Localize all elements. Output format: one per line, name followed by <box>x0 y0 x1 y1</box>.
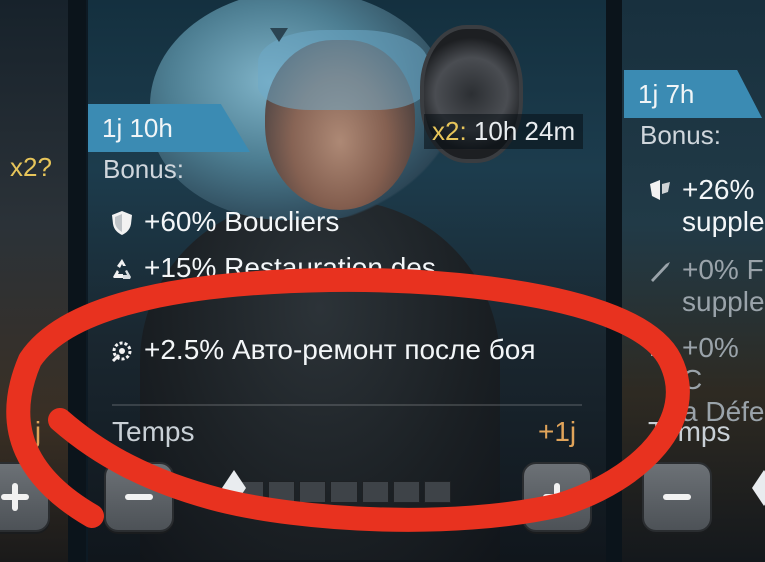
repair-gear-icon <box>111 341 132 363</box>
rocket-icon <box>651 262 670 282</box>
temps-label: Temps <box>648 416 731 447</box>
bonus-text: +0% C <box>682 332 739 395</box>
decrease-time-button[interactable] <box>104 462 174 532</box>
pilot-visor <box>258 30 428 110</box>
left-card-plus-button[interactable] <box>0 462 50 532</box>
bonus-row: +15% Restauration des <box>110 252 436 284</box>
multiplier-prefix: x2: <box>432 116 467 146</box>
card-divider <box>68 0 86 562</box>
bonus-text: supple <box>682 286 765 317</box>
time-slider[interactable] <box>237 481 451 503</box>
right-decrease-time-button[interactable] <box>642 462 712 532</box>
bonus-text: +60% Boucliers <box>144 206 340 237</box>
duration-label: 1j 10h <box>102 113 173 143</box>
bonus-text: supple <box>682 206 765 237</box>
left-card-minus-label: -1j <box>10 416 42 447</box>
bonus-text: +15% Restauration des <box>144 252 436 283</box>
shield-icon <box>112 211 132 235</box>
increase-time-button[interactable] <box>522 462 592 532</box>
bonus-row: +2.5% Авто-ремонт после боя <box>110 334 550 366</box>
bonus-row: +0% F supple <box>648 254 765 318</box>
multiplier-time: 10h 24m <box>473 116 576 146</box>
section-divider <box>112 404 582 406</box>
bonus-text: +26% <box>682 174 755 205</box>
bonus-row: +0% C a Défe <box>648 332 765 428</box>
left-card-multiplier: x2? <box>10 152 52 182</box>
bonus-row: +26% supple <box>648 174 765 238</box>
visor-triangle-icon <box>270 28 288 42</box>
duration-label: 1j 7h <box>638 79 695 109</box>
bonus-text: +0% F <box>682 254 764 285</box>
bonus-title: Bonus: <box>640 120 721 150</box>
minus-icon <box>125 494 153 500</box>
plus-one-day-label: +1j <box>538 416 577 447</box>
recycle-icon <box>113 259 131 279</box>
defense-icon <box>651 342 669 356</box>
bonus-text: +2.5% Авто-ремонт после боя <box>144 334 536 365</box>
supply-icon <box>650 180 670 200</box>
bonus-row: +60% Boucliers <box>110 206 339 238</box>
center-multiplier: x2: 10h 24m <box>424 114 584 149</box>
temps-label: Temps <box>112 416 195 447</box>
bonus-title: Bonus: <box>103 154 184 184</box>
minus-icon <box>663 494 691 500</box>
